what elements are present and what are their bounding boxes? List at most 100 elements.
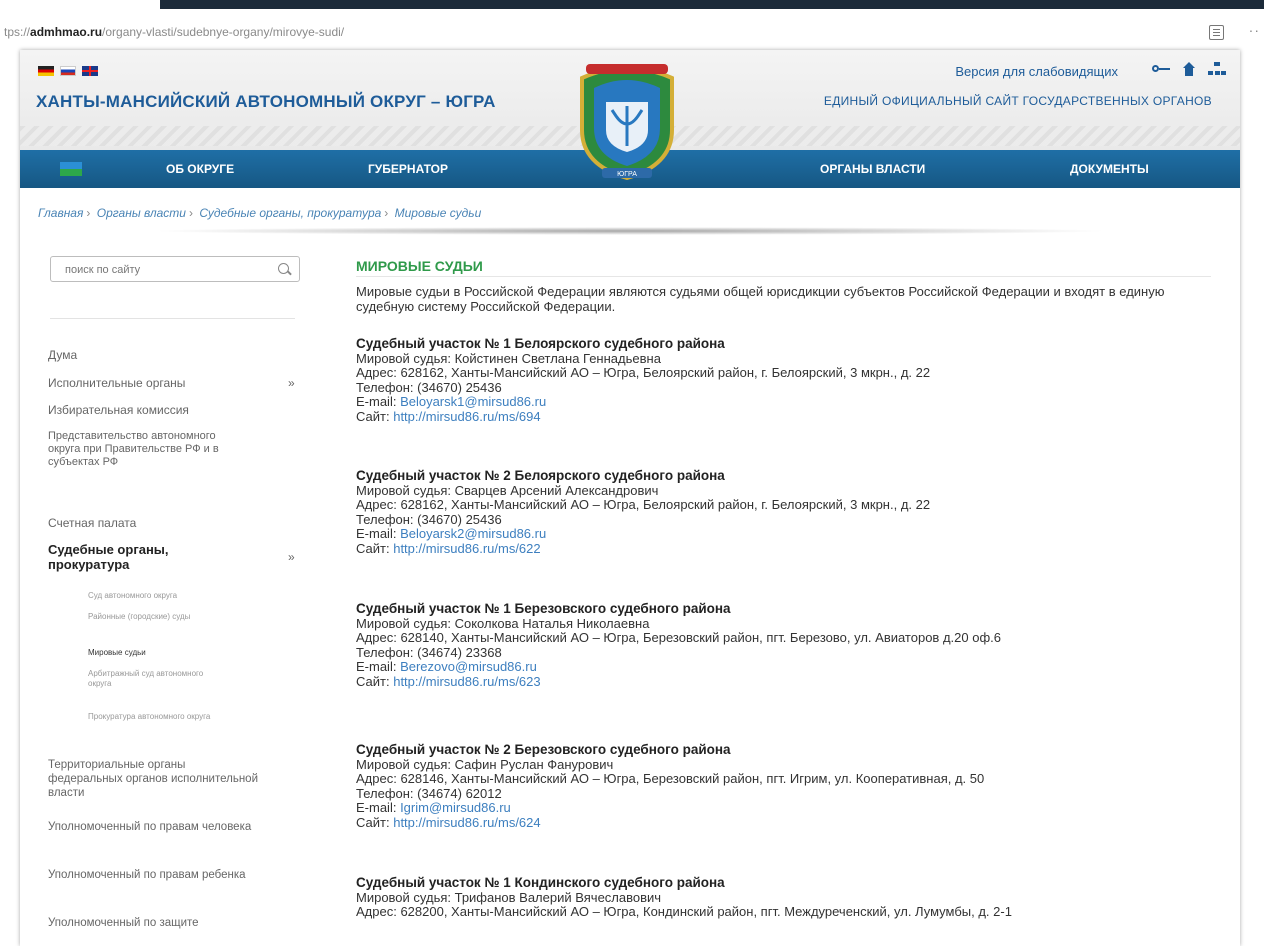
chevron-down-icon[interactable]: » — [288, 550, 295, 564]
court-entry: Судебный участок № 2 Березовского судебн… — [356, 742, 1216, 831]
breadcrumb-authorities[interactable]: Органы власти — [97, 206, 186, 220]
header-icons — [1152, 62, 1226, 76]
breadcrumb-judicial[interactable]: Судебные органы, прокуратура — [199, 206, 381, 220]
accessibility-link[interactable]: Версия для слабовидящих — [955, 64, 1118, 79]
page-title: МИРОВЫЕ СУДЬИ — [356, 258, 483, 274]
nav-item-authorities[interactable]: ОРГАНЫ ВЛАСТИ — [820, 150, 925, 188]
sidebar-item-protection[interactable]: Уполномоченный по защите — [48, 916, 263, 930]
court-title: Судебный участок № 2 Белоярского судебно… — [356, 468, 725, 483]
court-email-link[interactable]: Berezovo@mirsud86.ru — [400, 659, 537, 674]
sidebar-item-territorial[interactable]: Территориальные органы федеральных орган… — [48, 758, 263, 800]
sidebar-item-executive[interactable]: Исполнительные органы — [48, 376, 273, 390]
court-address: Адрес: 628162, Ханты-Мансийский АО – Югр… — [356, 365, 931, 380]
court-title: Судебный участок № 1 Кондинского судебно… — [356, 875, 725, 890]
more-menu-button[interactable]: ·· — [1249, 22, 1260, 38]
court-site-row: Сайт: http://mirsud86.ru/ms/622 — [356, 541, 1216, 557]
chevron-right-icon[interactable]: » — [288, 376, 295, 390]
page-frame: ХАНТЫ-МАНСИЙСКИЙ АВТОНОМНЫЙ ОКРУГ – ЮГРА… — [20, 50, 1240, 946]
sitemap-icon[interactable] — [1208, 62, 1226, 76]
title-divider — [356, 276, 1211, 277]
court-email-row: E-mail: Berezovo@mirsud86.ru — [356, 659, 1216, 675]
breadcrumb-home[interactable]: Главная — [38, 206, 83, 220]
court-email-row: E-mail: Igrim@mirsud86.ru — [356, 800, 1216, 816]
nav-item-documents[interactable]: ДОКУМЕНТЫ — [1070, 150, 1149, 188]
site-label: Сайт: — [356, 408, 394, 424]
court-phone: Телефон: (34674) 23368 — [356, 644, 502, 660]
nav-item-okrug[interactable]: ОБ ОКРУГЕ — [166, 150, 234, 188]
court-site-link[interactable]: http://mirsud86.ru/ms/623 — [393, 674, 540, 689]
emblem-ribbon-text: ЮГРА — [617, 171, 637, 178]
sidebar-item-accounts-chamber[interactable]: Счетная палата — [48, 516, 273, 530]
site-label: Сайт: — [356, 814, 394, 830]
site-subtitle: ЕДИНЫЙ ОФИЦИАЛЬНЫЙ САЙТ ГОСУДАРСТВЕННЫХ … — [823, 94, 1212, 108]
sidebar-sub-okrug-court[interactable]: Суд автономного округа — [88, 591, 263, 601]
court-address: Адрес: 628146, Ханты-Мансийский АО – Югр… — [356, 771, 985, 786]
flag-ru-icon[interactable] — [60, 66, 76, 76]
court-entry: Судебный участок № 2 Белоярского судебно… — [356, 468, 1216, 557]
url-path: /organy-vlasti/sudebnye-organy/mirovye-s… — [102, 25, 345, 39]
court-entry: Судебный участок № 1 Березовского судебн… — [356, 601, 1216, 690]
court-judge: Мировой судья: Трифанов Валерий Вячеслав… — [356, 889, 662, 905]
search-box — [50, 256, 300, 282]
sidebar-sub-arbitration[interactable]: Арбитражный суд автономного округа — [88, 669, 228, 689]
court-address: Адрес: 628162, Ханты-Мансийский АО – Югр… — [356, 497, 931, 512]
court-site-link[interactable]: http://mirsud86.ru/ms/694 — [393, 409, 540, 424]
sidebar-item-human-rights[interactable]: Уполномоченный по правам человека — [48, 820, 263, 834]
url-prefix: tps:// — [4, 25, 31, 39]
court-title: Судебный участок № 1 Березовского судебн… — [356, 601, 731, 616]
court-phone: Телефон: (34670) 25436 — [356, 511, 502, 527]
court-site-row: Сайт: http://mirsud86.ru/ms/694 — [356, 408, 1216, 425]
court-judge: Мировой судья: Койстинен Светлана Геннад… — [356, 350, 661, 366]
court-email-link[interactable]: Beloyarsk2@mirsud86.ru — [400, 526, 546, 541]
address-bar[interactable]: tps://admhmao.ru/organy-vlasti/sudebnye-… — [0, 22, 1264, 42]
breadcrumb: Главная › Органы власти › Судебные органы,… — [38, 206, 482, 220]
sidebar-item-election[interactable]: Избирательная комиссия — [48, 403, 273, 417]
email-label: E-mail: — [356, 526, 401, 541]
court-email-row: E-mail: Beloyarsk2@mirsud86.ru — [356, 526, 1216, 542]
court-address: Адрес: 628140, Ханты-Мансийский АО – Югр… — [356, 630, 1001, 645]
home-icon[interactable] — [1180, 62, 1198, 76]
sidebar-sub-magistrates[interactable]: Мировые судьи — [88, 648, 263, 658]
court-address: Адрес: 628200, Ханты-Мансийский АО – Югр… — [356, 904, 1012, 919]
sidebar-item-child-rights[interactable]: Уполномоченный по правам ребенка — [48, 868, 263, 882]
sidebar-sub-district-courts[interactable]: Районные (городские) суды — [88, 612, 233, 622]
search-icon[interactable] — [278, 263, 289, 274]
reader-icon[interactable] — [1209, 25, 1224, 40]
email-label: E-mail: — [356, 659, 401, 674]
court-phone: Телефон: (34674) 62012 — [356, 785, 502, 801]
court-site-link[interactable]: http://mirsud86.ru/ms/624 — [393, 815, 540, 830]
court-site-row: Сайт: http://mirsud86.ru/ms/624 — [356, 814, 1216, 831]
sidebar-item-duma[interactable]: Дума — [48, 348, 273, 362]
sidebar-sub-prosecutor[interactable]: Прокуратура автономного округа — [88, 712, 243, 722]
court-email-link[interactable]: Igrim@mirsud86.ru — [400, 800, 511, 815]
key-icon[interactable] — [1152, 62, 1170, 76]
emblem-icon: ЮГРА — [580, 64, 674, 180]
browser-top-bar — [160, 0, 1264, 9]
language-switcher — [38, 66, 98, 76]
email-label: E-mail: — [356, 800, 401, 815]
sidebar-item-judicial[interactable]: Судебные органы, прокуратура — [48, 542, 238, 572]
breadcrumb-divider — [150, 227, 1110, 235]
court-site-link[interactable]: http://mirsud86.ru/ms/622 — [393, 541, 540, 556]
flag-de-icon[interactable] — [38, 66, 54, 76]
flag-gb-icon[interactable] — [82, 66, 98, 76]
url-host: admhmao.ru — [30, 25, 103, 39]
court-judge: Мировой судья: Соколкова Наталья Николае… — [356, 615, 650, 631]
court-phone: Телефон: (34670) 25436 — [356, 379, 502, 395]
court-email-link[interactable]: Beloyarsk1@mirsud86.ru — [400, 394, 546, 409]
court-judge: Мировой судья: Сварцев Арсений Александр… — [356, 482, 659, 498]
flag-icon[interactable] — [60, 162, 82, 176]
site-label: Сайт: — [356, 673, 394, 689]
court-entry: Судебный участок № 1 Белоярского судебно… — [356, 336, 1216, 425]
nav-item-governor[interactable]: ГУБЕРНАТОР — [368, 150, 448, 188]
search-input[interactable] — [63, 258, 267, 282]
intro-text: Мировые судьи в Российской Федерации явл… — [356, 284, 1165, 314]
sidebar-item-representation[interactable]: Представительство автономного округа при… — [48, 430, 248, 469]
court-title: Судебный участок № 1 Белоярского судебно… — [356, 336, 725, 351]
court-email-row: E-mail: Beloyarsk1@mirsud86.ru — [356, 394, 1216, 410]
sidebar-divider — [50, 318, 295, 319]
court-judge: Мировой судья: Сафин Руслан Фанурович — [356, 756, 614, 772]
email-label: E-mail: — [356, 394, 401, 409]
site-title[interactable]: ХАНТЫ-МАНСИЙСКИЙ АВТОНОМНЫЙ ОКРУГ – ЮГРА — [36, 92, 496, 112]
court-site-row: Сайт: http://mirsud86.ru/ms/623 — [356, 673, 1216, 690]
